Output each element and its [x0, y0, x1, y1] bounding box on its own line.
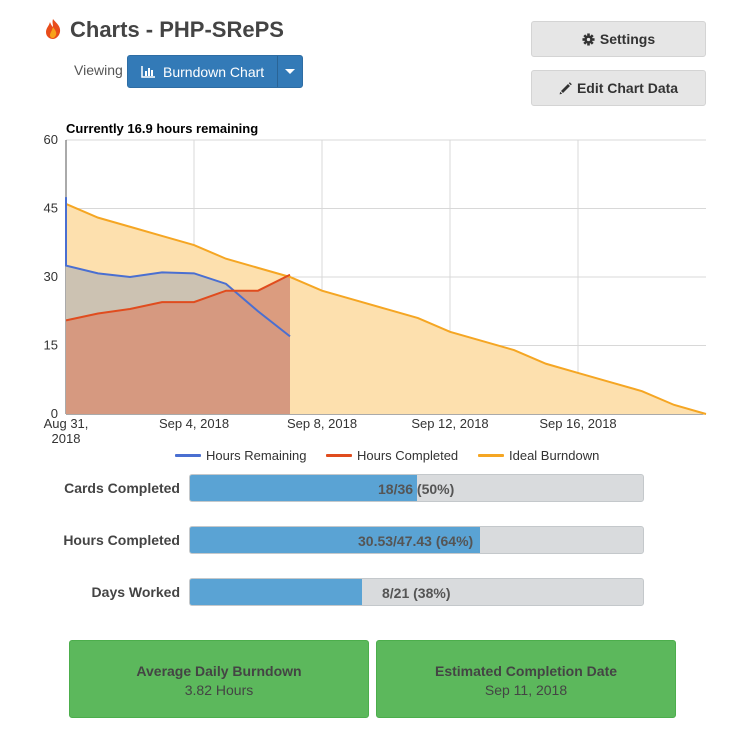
estimated-completion-date-card: Estimated Completion Date Sep 11, 2018	[376, 640, 676, 718]
stat-label: Days Worked	[91, 584, 180, 600]
settings-label: Settings	[599, 31, 656, 47]
stat-days-worked: Days Worked 8/21 (38%)	[0, 578, 741, 606]
x-tick-label: Sep 16, 2018	[539, 416, 616, 431]
progress-bar: 18/36 (50%)	[189, 474, 644, 502]
progress-bar-text: 8/21 (38%)	[382, 585, 451, 601]
legend-item[interactable]: Hours Completed	[326, 448, 458, 463]
x-tick-label: Sep 8, 2018	[287, 416, 357, 431]
legend-label: Hours Completed	[357, 448, 459, 463]
settings-button[interactable]: Settings	[531, 21, 706, 57]
legend-swatch	[326, 454, 352, 457]
card-value: 3.82 Hours	[184, 682, 254, 698]
progress-bar-text: 18/36 (50%)	[378, 481, 455, 497]
average-daily-burndown-card: Average Daily Burndown 3.82 Hours	[69, 640, 369, 718]
pencil-icon	[559, 81, 572, 94]
page-title: Charts - PHP-SRePS	[70, 17, 284, 42]
legend-label: Ideal Burndown	[509, 448, 600, 463]
gear-icon	[582, 32, 595, 46]
progress-bar: 30.53/47.43 (64%)	[189, 526, 644, 554]
legend-swatch	[478, 454, 504, 457]
y-tick-label: 60	[44, 132, 58, 147]
stat-label: Cards Completed	[64, 480, 180, 496]
burndown-chart: 015304560Aug 31, 2018Sep 4, 2018 Sep 8, 20…	[44, 121, 707, 446]
y-tick-label: 30	[44, 269, 58, 284]
stat-hours-completed: Hours Completed 30.53/47.43 (64%)	[0, 526, 741, 554]
edit-chart-data-button[interactable]: Edit Chart Data	[531, 70, 706, 106]
chart-selector-label: Burndown Chart	[163, 63, 265, 80]
flame-icon	[46, 19, 61, 39]
x-tick-label: Aug 31, 2018	[44, 416, 89, 446]
chart-selector-main[interactable]: Burndown Chart	[128, 56, 277, 87]
y-tick-label: 15	[44, 338, 58, 353]
legend-item[interactable]: Ideal Burndown	[478, 448, 599, 463]
edit-chart-data-label: Edit Chart Data	[576, 80, 679, 96]
x-tick-label: Sep 4, 2018	[159, 416, 229, 431]
x-tick-label: Sep 12, 2018	[411, 416, 488, 431]
chart-title: Currently 16.9 hours remaining	[66, 121, 258, 136]
card-title: Estimated Completion Date	[434, 663, 618, 679]
stat-cards-completed: Cards Completed 18/36 (50%)	[0, 474, 741, 502]
bar-chart-icon	[141, 66, 155, 78]
viewing-label: Viewing	[74, 62, 123, 78]
chart-legend: Hours Remaining Hours Completed Ideal Burn…	[0, 448, 741, 464]
progress-bar-text: 30.53/47.43 (64%)	[358, 533, 474, 549]
card-title: Average Daily Burndown	[136, 663, 302, 679]
card-value: Sep 11, 2018	[484, 682, 568, 698]
chart-selector-dropdown-toggle[interactable]	[277, 56, 302, 87]
caret-down-icon	[285, 69, 295, 74]
stat-label: Hours Completed	[63, 532, 180, 548]
legend-label: Hours Remaining	[206, 448, 307, 463]
chart-selector-button[interactable]: Burndown Chart	[127, 55, 303, 88]
legend-swatch	[175, 454, 201, 457]
progress-bar: 8/21 (38%)	[189, 578, 644, 606]
legend-item[interactable]: Hours Remaining	[175, 448, 306, 463]
y-tick-label: 45	[44, 201, 58, 216]
progress-bar-fill	[190, 579, 363, 605]
